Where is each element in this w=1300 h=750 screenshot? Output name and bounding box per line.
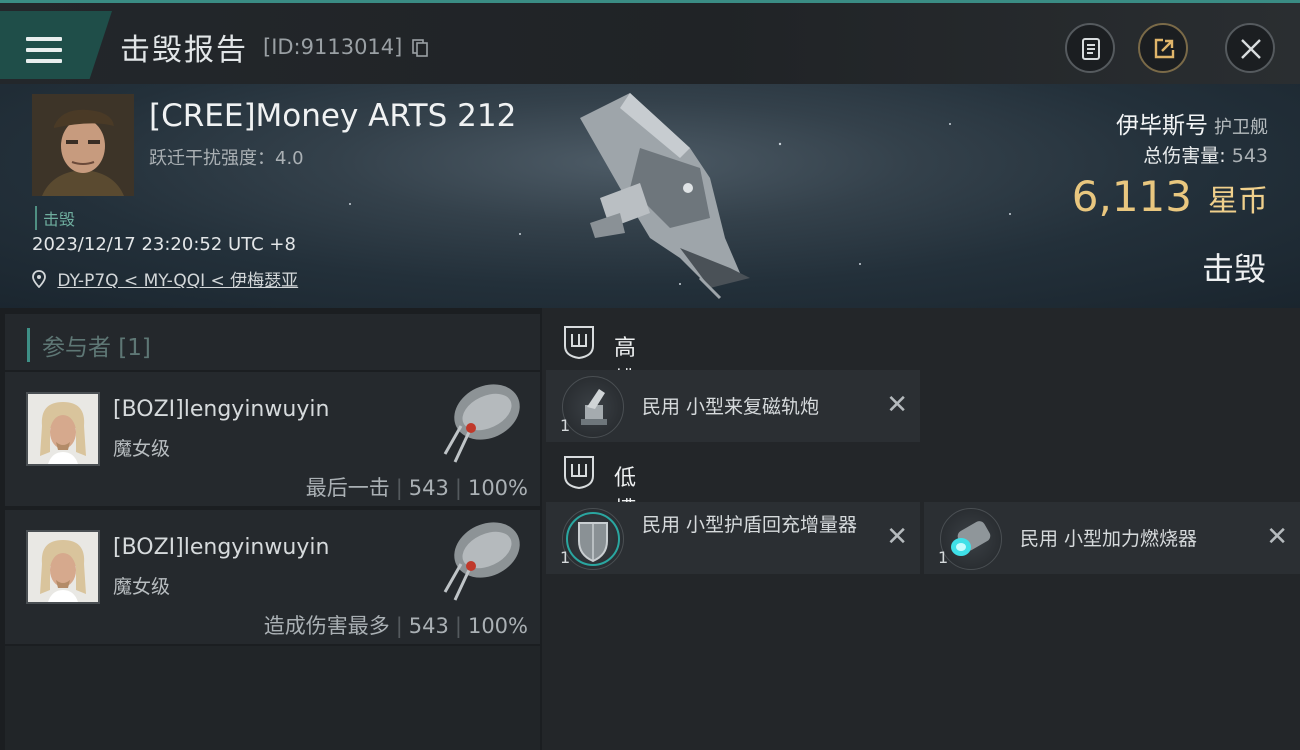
participant-row[interactable]: [BOZI]lengyinwuyin 魔女级 最后一击 | 543 | 100%	[5, 372, 540, 506]
module-qty: 1	[938, 548, 949, 567]
participant-percent: 100%	[467, 476, 528, 500]
isk-unit: 星币	[1208, 184, 1268, 219]
fittings-panel: 高槽 1 民用 小型来复磁轨炮 ✕ 低槽 1 民用 小型	[542, 308, 1300, 750]
module-name: 民用 小型来复磁轨炮	[642, 396, 820, 418]
railgun-icon	[562, 376, 624, 438]
report-id: [ID:9113014]	[263, 35, 403, 59]
destroyed-x-icon: ✕	[886, 390, 908, 420]
participant-stats: 造成伤害最多 | 543 | 100%	[263, 614, 528, 638]
clipboard-icon	[1082, 38, 1100, 60]
module-name: 民用 小型加力燃烧器	[1020, 528, 1198, 550]
total-damage-value: 543	[1231, 145, 1268, 167]
participants-header: 参与者 [1]	[5, 314, 540, 370]
top-bar: 击毁报告 [ID:9113014]	[0, 0, 1300, 84]
copy-icon[interactable]	[412, 39, 428, 57]
ship-class: 护卫舰	[1214, 117, 1268, 138]
module-item[interactable]: 1 民用 小型加力燃烧器 ✕	[924, 502, 1300, 574]
destroyed-x-icon: ✕	[886, 522, 908, 552]
participant-role: 造成伤害最多	[263, 614, 390, 638]
share-icon	[1154, 38, 1175, 59]
high-slot-icon	[564, 326, 594, 360]
victim-name: [CREE]Money ARTS 212	[149, 98, 517, 134]
victim-banner: [CREE]Money ARTS 212 跃迁干扰强度：4.0 击毁 2023/…	[0, 84, 1300, 308]
participant-name: [BOZI]lengyinwuyin	[113, 397, 330, 422]
participant-ship-icon	[443, 384, 520, 463]
participant-percent: 100%	[467, 614, 528, 638]
participant-avatar[interactable]	[26, 392, 100, 466]
victim-avatar[interactable]	[32, 94, 134, 196]
module-qty: 1	[560, 416, 571, 435]
participants-title: 参与者 [1]	[27, 328, 151, 362]
kill-location[interactable]: DY-P7Q < MY-QQI < 伊梅瑟亚	[32, 266, 298, 291]
victim-portrait	[32, 94, 134, 196]
module-name: 民用 小型护盾回充增量器	[642, 514, 858, 536]
kill-datetime: 2023/12/17 23:20:52 UTC +8	[32, 234, 296, 255]
ship-name: 伊毕斯号 护卫舰	[1116, 106, 1268, 140]
page-title: 击毁报告	[120, 33, 248, 68]
module-item[interactable]: 1 民用 小型护盾回充增量器 ✕	[546, 502, 920, 574]
destroyed-x-icon: ✕	[1266, 522, 1288, 552]
location-pin-icon	[32, 270, 46, 289]
module-item[interactable]: 1 民用 小型来复磁轨炮 ✕	[546, 370, 920, 442]
menu-button[interactable]	[0, 11, 112, 79]
participant-ship-icon	[443, 522, 520, 601]
participant-row[interactable]: [BOZI]lengyinwuyin 魔女级 造成伤害最多 | 543 | 100%	[5, 510, 540, 644]
low-slot-icon	[564, 456, 594, 490]
participant-portrait	[28, 394, 98, 464]
afterburner-icon	[940, 508, 1002, 570]
participant-ship: 魔女级	[113, 438, 171, 460]
kill-result: 击毁	[1201, 250, 1266, 288]
participants-footer	[5, 646, 540, 750]
ship-type: 伊毕斯号	[1116, 113, 1208, 139]
close-button[interactable]	[1225, 23, 1275, 73]
status-badge: 击毁	[35, 206, 75, 230]
total-damage-label: 总伤害量:	[1143, 145, 1226, 167]
shield-icon	[562, 508, 624, 570]
menu-icon	[26, 37, 62, 65]
participants-panel: 参与者 [1] [BOZI]lengyinwuyin 魔女级 最后一击 | 543 |…	[0, 308, 542, 750]
participant-damage: 543	[408, 476, 449, 500]
participant-avatar[interactable]	[26, 530, 100, 604]
participant-stats: 最后一击 | 543 | 100%	[305, 476, 528, 500]
isk-value: 6,113 星币	[1072, 172, 1268, 221]
clipboard-button[interactable]	[1065, 23, 1115, 73]
total-damage: 总伤害量: 543	[1143, 141, 1268, 168]
isk-amount: 6,113	[1071, 172, 1192, 221]
participant-ship: 魔女级	[113, 576, 171, 598]
location-path[interactable]: DY-P7Q < MY-QQI < 伊梅瑟亚	[57, 271, 298, 291]
participant-name: [BOZI]lengyinwuyin	[113, 535, 330, 560]
close-icon	[1241, 39, 1261, 59]
share-button[interactable]	[1138, 23, 1188, 73]
warp-strength: 跃迁干扰强度：4.0	[149, 148, 304, 169]
participant-role: 最后一击	[305, 476, 390, 500]
victim-ship-image	[580, 93, 750, 300]
module-qty: 1	[560, 548, 571, 567]
participant-damage: 543	[408, 614, 449, 638]
participant-portrait	[28, 532, 98, 602]
